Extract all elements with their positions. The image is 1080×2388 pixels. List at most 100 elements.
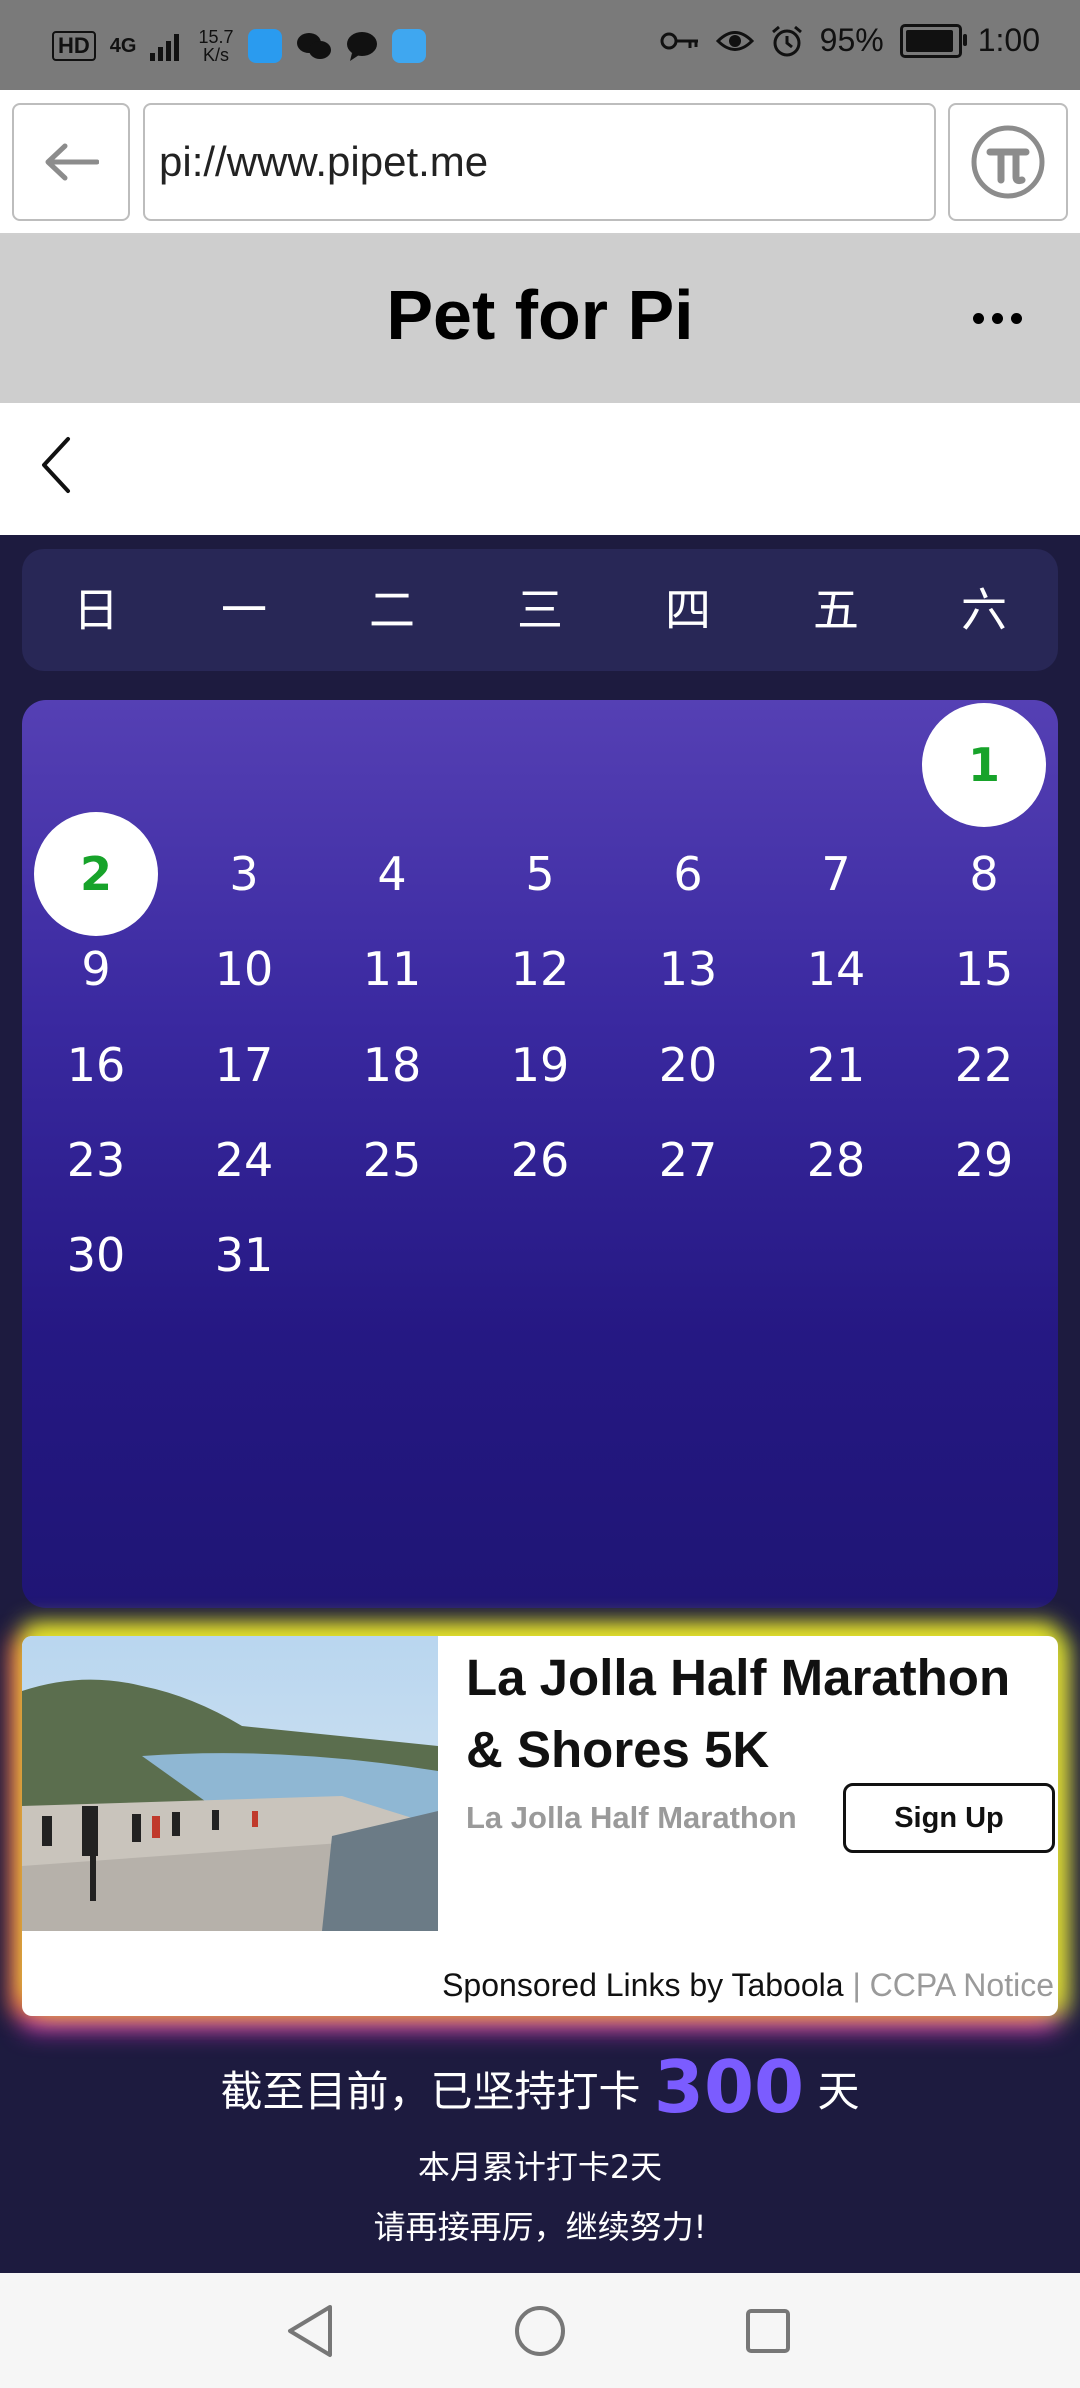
clock: 1:00: [977, 22, 1040, 58]
monthly-checkins: 本月累计打卡2天: [417, 2148, 663, 2186]
app-header: Pet for Pi: [0, 235, 1080, 403]
calendar-day-number: 26: [510, 1132, 570, 1187]
hd-indicator: HD: [52, 31, 96, 61]
calendar-day-number: 14: [806, 942, 866, 997]
key-icon: [660, 32, 698, 49]
checkin-count: 300: [653, 2045, 805, 2129]
status-right: 95% 1:00: [660, 22, 1040, 59]
weekday-label: 五: [813, 583, 859, 637]
weekday-label: 二: [369, 583, 415, 637]
calendar-day[interactable]: 26: [466, 1100, 614, 1220]
calendar-day-number: 23: [66, 1132, 126, 1187]
triangle-back-icon: [288, 2305, 332, 2357]
battery-fill: [905, 29, 954, 52]
sign-up-button[interactable]: Sign Up: [843, 1783, 1055, 1853]
calendar-day-number: 5: [525, 847, 555, 901]
back-button[interactable]: [36, 433, 76, 501]
calendar-day-number: 30: [66, 1228, 126, 1283]
ad-footer: Sponsored Links by Taboola | CCPA Notice: [442, 1967, 1054, 2004]
weekday-label: 一: [221, 583, 267, 637]
weekday-header: 日一二三四五六: [22, 549, 1058, 671]
sponsored-link[interactable]: Sponsored Links by Taboola: [442, 1967, 843, 2003]
calendar-day-number: 12: [510, 942, 570, 997]
calendar-day[interactable]: 28: [762, 1100, 910, 1220]
calendar-day-number: 29: [954, 1132, 1014, 1187]
square-recent-icon: [746, 2309, 790, 2353]
ad-separator: |: [843, 1967, 870, 2003]
calendar-day[interactable]: 25: [318, 1100, 466, 1220]
calendar-day[interactable]: 29: [910, 1100, 1058, 1220]
network-speed: 15.7 K/s: [198, 28, 233, 64]
calendar-day-number: 10: [214, 942, 274, 997]
battery-percent: 95%: [819, 22, 884, 58]
speed-unit: K/s: [202, 45, 229, 65]
page-title: Pet for Pi: [386, 276, 694, 354]
calendar-day-number: 3: [229, 847, 259, 901]
status-left: HD 4G 15.7 K/s: [52, 28, 426, 64]
ad-source: La Jolla Half Marathon: [466, 1800, 797, 1835]
battery-icon: [899, 23, 967, 58]
calendar-day-number: 16: [66, 1037, 126, 1092]
arrow-left-icon: [45, 143, 99, 181]
calendar-day-number: 6: [673, 847, 703, 901]
wechat-icon: [296, 33, 331, 59]
calendar-day[interactable]: 30: [22, 1195, 170, 1315]
calendar-day-number: 28: [806, 1132, 866, 1187]
speed-value: 15.7: [198, 27, 234, 47]
calendar-day-number: 27: [658, 1132, 718, 1187]
calendar-day-number: 8: [969, 847, 999, 901]
calendar-day-number: 2: [79, 847, 112, 901]
network-type: 4G: [109, 34, 137, 57]
url-text: pi://www.pipet.me: [159, 138, 489, 185]
ad-image[interactable]: [22, 1636, 438, 1931]
signal-icon: [150, 34, 180, 61]
weekday-label: 四: [665, 583, 711, 637]
calendar-day-number: 9: [81, 942, 111, 997]
status-bar: HD 4G 15.7 K/s 95% 1:00: [0, 0, 1080, 90]
chevron-left-icon: [42, 437, 70, 493]
checkin-summary: 截至目前，已坚持打卡 300 天: [0, 2045, 1080, 2129]
alarm-icon: [771, 25, 802, 56]
sub-navigation: [0, 403, 1080, 535]
weekday-label: 日: [73, 583, 119, 637]
calendar-day-number: 25: [362, 1132, 422, 1187]
sponsored-ad[interactable]: La Jolla Half Marathon & Shores 5K La Jo…: [22, 1636, 1058, 2016]
calendar-day-number: 7: [821, 847, 851, 901]
ccpa-notice-link[interactable]: CCPA Notice: [870, 1967, 1054, 2003]
summary-prefix: 截至目前，已坚持打卡: [220, 2067, 641, 2116]
calendar-day-number: 31: [214, 1228, 274, 1283]
weekday-label: 三: [517, 583, 563, 637]
pi-logo-icon: [971, 125, 1045, 199]
nav-home-button[interactable]: [510, 2301, 570, 2361]
calendar-day[interactable]: 27: [614, 1100, 762, 1220]
summary-suffix: 天: [817, 2067, 860, 2116]
calendar-day-checked[interactable]: 1: [910, 705, 1058, 825]
calendar-day-number: 20: [658, 1037, 718, 1092]
nav-recent-button[interactable]: [738, 2301, 798, 2361]
calendar-day-number: 15: [954, 942, 1014, 997]
circle-home-icon: [515, 2306, 565, 2356]
ad-title[interactable]: La Jolla Half Marathon & Shores 5K: [466, 1642, 1056, 1786]
browser-toolbar: pi://www.pipet.me: [0, 90, 1080, 235]
system-nav-bar: [0, 2273, 1080, 2388]
weather-icon: [391, 29, 426, 63]
calendar-day-number: 13: [658, 942, 718, 997]
calendar-day[interactable]: 31: [170, 1195, 318, 1315]
nav-back-button[interactable]: [280, 2301, 340, 2361]
browser-back-button[interactable]: [12, 103, 130, 221]
pi-browser-button[interactable]: [948, 103, 1068, 221]
calendar-day-number: 17: [214, 1037, 274, 1092]
url-field[interactable]: pi://www.pipet.me: [143, 103, 936, 221]
calendar-day-number: 24: [214, 1132, 274, 1187]
calendar-day-number: 19: [510, 1037, 570, 1092]
message-icon: [346, 32, 377, 61]
weekday-label: 六: [961, 583, 1007, 637]
calendar-day-number: 22: [954, 1037, 1014, 1092]
encouragement-text: 请再接再厉，继续努力!: [373, 2208, 707, 2246]
more-dots-icon[interactable]: [973, 313, 1022, 324]
calendar-day-number: 18: [362, 1037, 422, 1092]
eye-icon: [715, 30, 754, 51]
calendar-day-number: 4: [377, 847, 407, 901]
calendar-day-number: 1: [967, 738, 1000, 792]
calendar-day-number: 11: [362, 942, 422, 997]
